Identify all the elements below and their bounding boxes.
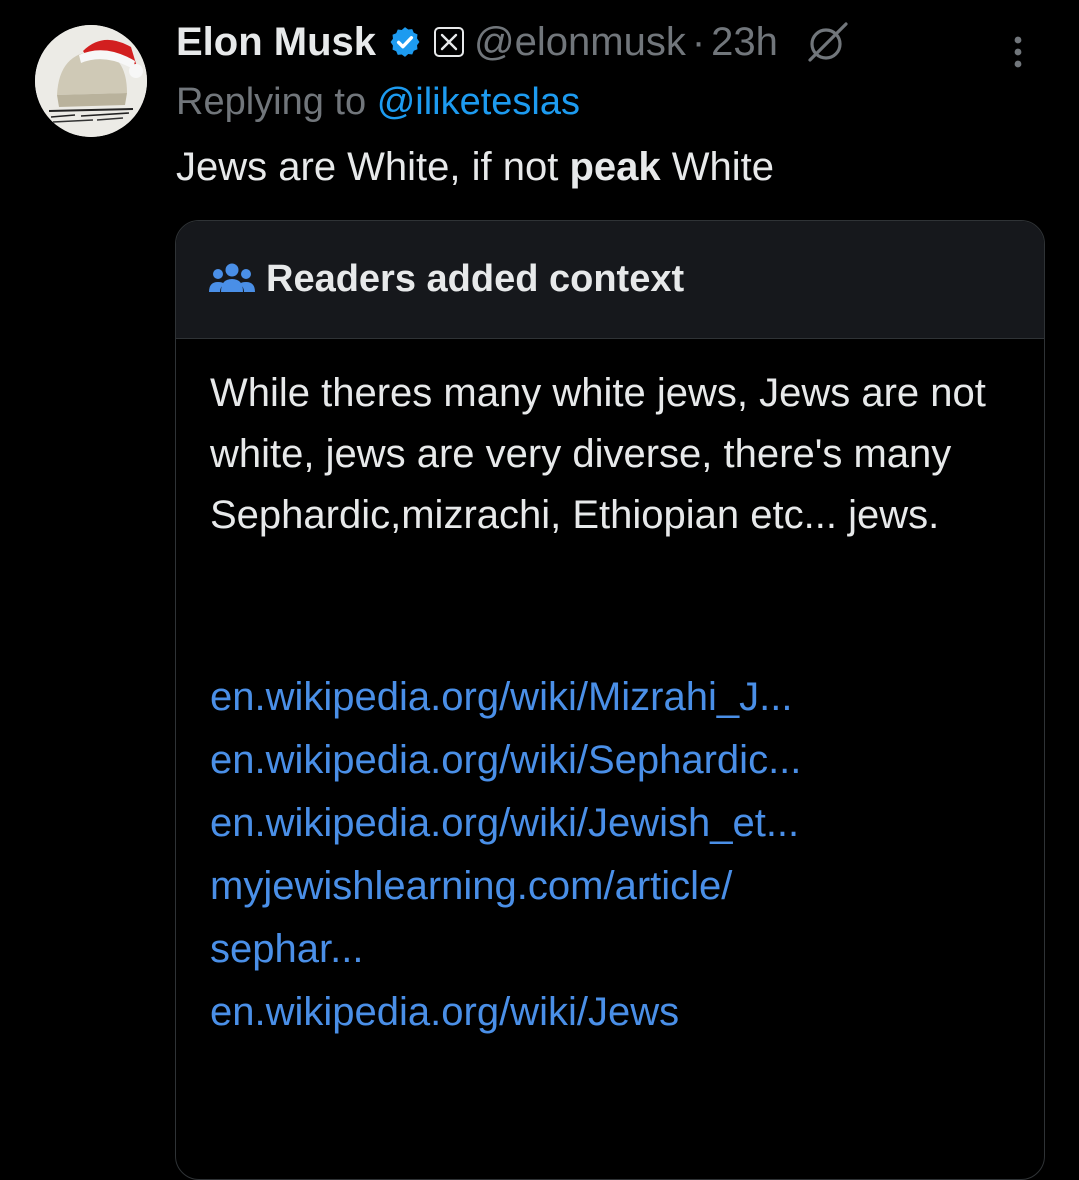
tweet-header: Elon Musk @elonmusk · 23h bbox=[176, 14, 1059, 70]
community-note-title: Readers added context bbox=[266, 258, 685, 300]
note-link-myjewishlearning[interactable]: myjewishlearning.com/article/ bbox=[210, 855, 1014, 918]
tweet-text: Jews are White, if not peak White bbox=[176, 138, 1059, 196]
community-note-content: While theres many white jews, Jews are n… bbox=[176, 339, 1044, 1044]
community-note-card: Readers added context While theres many … bbox=[175, 220, 1045, 1180]
note-link-myjewishlearning-cont[interactable]: sephar... bbox=[210, 918, 1014, 981]
verified-badge-icon[interactable] bbox=[388, 25, 422, 59]
people-icon bbox=[208, 260, 256, 300]
more-icon[interactable] bbox=[1013, 32, 1023, 72]
x-affiliate-icon[interactable] bbox=[434, 27, 465, 57]
note-link-jewish-ethnic[interactable]: en.wikipedia.org/wiki/Jewish_et... bbox=[210, 792, 1014, 855]
tweet-time[interactable]: 23h bbox=[711, 20, 778, 65]
note-link-sephardic[interactable]: en.wikipedia.org/wiki/Sephardic... bbox=[210, 729, 1014, 792]
time-separator: · bbox=[691, 19, 706, 64]
tweet-text-before: Jews are White, if not bbox=[176, 145, 559, 189]
avatar-image bbox=[35, 25, 147, 137]
reply-mention-link[interactable]: @iliketeslas bbox=[377, 81, 580, 123]
avatar[interactable] bbox=[35, 25, 147, 137]
tweet: Elon Musk @elonmusk · 23h Replying to @i… bbox=[176, 14, 1059, 196]
note-link-mizrahi[interactable]: en.wikipedia.org/wiki/Mizrahi_J... bbox=[210, 666, 1014, 729]
replying-to: Replying to @iliketeslas bbox=[176, 76, 1059, 128]
tweet-text-bold: peak bbox=[569, 145, 661, 189]
note-link-jews[interactable]: en.wikipedia.org/wiki/Jews bbox=[210, 981, 1014, 1044]
author-handle[interactable]: @elonmusk bbox=[474, 20, 686, 65]
replying-to-label: Replying to bbox=[176, 81, 367, 123]
grok-icon[interactable] bbox=[806, 20, 850, 64]
community-note-header: Readers added context bbox=[176, 221, 1044, 339]
community-note-links: en.wikipedia.org/wiki/Mizrahi_J... en.wi… bbox=[210, 666, 1014, 1044]
author-display-name[interactable]: Elon Musk bbox=[176, 20, 376, 65]
tweet-text-after: White bbox=[671, 145, 775, 189]
community-note-text: While theres many white jews, Jews are n… bbox=[210, 371, 986, 537]
